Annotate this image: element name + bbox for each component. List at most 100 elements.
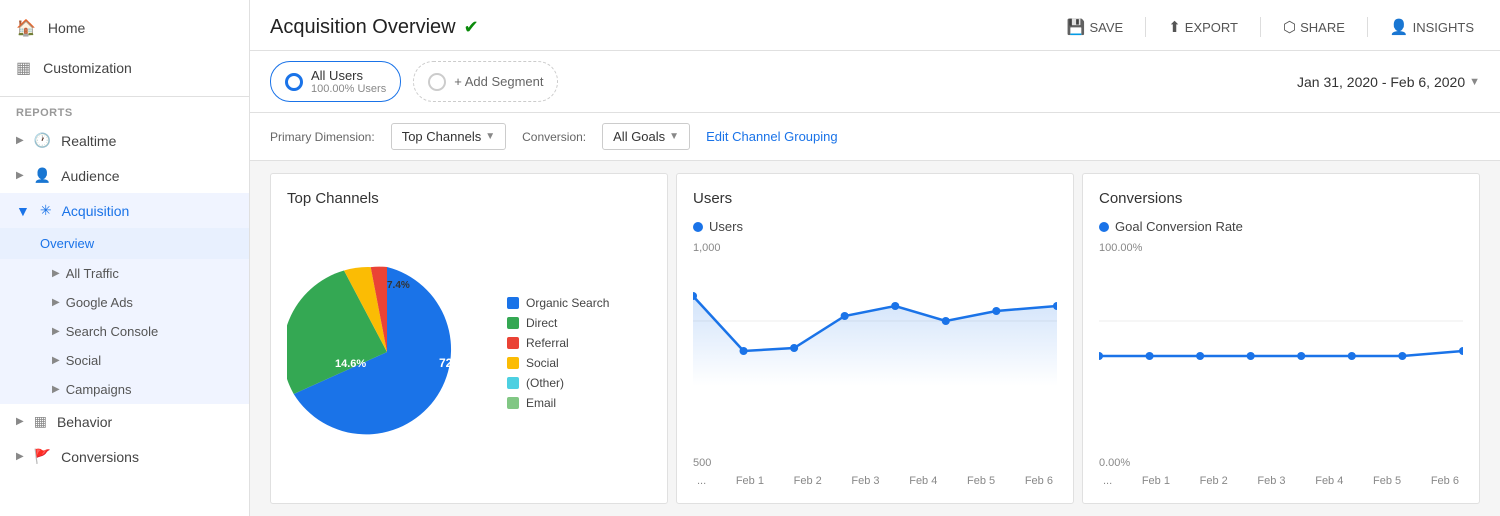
realtime-label: Realtime	[61, 133, 116, 149]
export-icon: ⬆	[1168, 18, 1181, 36]
dot-3	[841, 312, 849, 320]
sidebar-item-acquisition[interactable]: ▼ ✳ Acquisition	[0, 193, 249, 228]
divider-3	[1367, 17, 1368, 37]
x-label-1: Feb 1	[736, 475, 764, 487]
conv-x-1: Feb 1	[1142, 475, 1170, 487]
legend-dot-other	[507, 377, 519, 389]
all-traffic-caret: ▶	[52, 268, 60, 279]
x-label-0: ...	[697, 475, 706, 487]
save-label: SAVE	[1089, 20, 1123, 35]
sidebar-item-social[interactable]: ▶ Social	[0, 346, 249, 375]
add-segment-button[interactable]: + Add Segment	[413, 61, 558, 102]
acquisition-caret: ▼	[16, 203, 30, 219]
legend-referral: Referral	[507, 336, 609, 350]
social-caret: ▶	[52, 355, 60, 366]
segment-info: All Users 100.00% Users	[311, 68, 386, 95]
sidebar-item-overview[interactable]: Overview	[0, 228, 249, 259]
top-channels-panel: Top Channels	[270, 173, 668, 504]
legend-label-direct: Direct	[526, 316, 557, 330]
campaigns-label: Campaigns	[66, 382, 132, 397]
legend-label-other: (Other)	[526, 376, 564, 390]
x-label-4: Feb 4	[909, 475, 937, 487]
x-label-2: Feb 2	[794, 475, 822, 487]
sidebar-item-campaigns[interactable]: ▶ Campaigns	[0, 375, 249, 404]
conversion-dropdown[interactable]: All Goals ▼	[602, 123, 690, 150]
conversions-panel: Conversions Goal Conversion Rate 100.00%	[1082, 173, 1480, 504]
dimension-dropdown[interactable]: Top Channels ▼	[391, 123, 506, 150]
sidebar-item-home-label: Home	[48, 20, 85, 36]
insights-button[interactable]: 👤 INSIGHTS	[1384, 14, 1480, 40]
acquisition-label: Acquisition	[62, 203, 130, 219]
add-segment-dot	[428, 73, 446, 91]
reports-section-label: REPORTS	[0, 97, 249, 123]
dot-2	[790, 344, 798, 352]
search-console-label: Search Console	[66, 324, 159, 339]
legend-dot-social	[507, 357, 519, 369]
sidebar-item-all-traffic[interactable]: ▶ All Traffic	[0, 259, 249, 288]
sidebar-item-behavior[interactable]: ▶ ▦ Behavior	[0, 404, 249, 439]
conv-line	[1099, 351, 1463, 356]
segment-sublabel: 100.00% Users	[311, 83, 386, 95]
sidebar-item-conversions[interactable]: ▶ 🚩 Conversions	[0, 439, 249, 474]
share-icon: ⬡	[1283, 18, 1296, 36]
top-nav: 🏠 Home ▦ Customization	[0, 0, 249, 97]
legend-direct: Direct	[507, 316, 609, 330]
all-users-segment[interactable]: All Users 100.00% Users	[270, 61, 401, 102]
sidebar-item-realtime[interactable]: ▶ 🕐 Realtime	[0, 123, 249, 158]
conv-y-top: 100.00%	[1099, 242, 1463, 254]
export-button[interactable]: ⬆ EXPORT	[1162, 14, 1244, 40]
users-chart-area	[693, 256, 1057, 457]
conv-dot-3	[1247, 352, 1255, 360]
dimension-value: Top Channels	[402, 129, 482, 144]
legend-social: Social	[507, 356, 609, 370]
pie-container: 72.4% 14.6% 7.4% Organic Search Direct	[287, 219, 651, 487]
divider	[1145, 17, 1146, 37]
conversion-value: All Goals	[613, 129, 665, 144]
all-traffic-label: All Traffic	[66, 266, 119, 281]
realtime-caret: ▶	[16, 135, 24, 146]
sidebar-item-audience[interactable]: ▶ 👤 Audience	[0, 158, 249, 193]
share-label: SHARE	[1300, 20, 1345, 35]
legend-dot-direct	[507, 317, 519, 329]
x-label-3: Feb 3	[851, 475, 879, 487]
dot-4	[891, 302, 899, 310]
date-range-caret: ▼	[1469, 76, 1480, 88]
conv-dot-5	[1348, 352, 1356, 360]
insights-icon: 👤	[1390, 18, 1409, 36]
behavior-icon: ▦	[34, 413, 47, 430]
date-range-selector[interactable]: Jan 31, 2020 - Feb 6, 2020 ▼	[1297, 74, 1480, 90]
conv-x-2: Feb 2	[1200, 475, 1228, 487]
sidebar-item-search-console[interactable]: ▶ Search Console	[0, 317, 249, 346]
segment-name: All Users	[311, 68, 386, 83]
sidebar-item-customization[interactable]: ▦ Customization	[0, 48, 249, 88]
conv-x-3: Feb 3	[1257, 475, 1285, 487]
acquisition-group: ▼ ✳ Acquisition Overview ▶ All Traffic ▶…	[0, 193, 249, 404]
conv-x-axis: ... Feb 1 Feb 2 Feb 3 Feb 4 Feb 5 Feb 6	[1099, 475, 1463, 487]
google-ads-caret: ▶	[52, 297, 60, 308]
save-button[interactable]: 💾 SAVE	[1061, 14, 1129, 40]
search-console-caret: ▶	[52, 326, 60, 337]
conv-x-5: Feb 5	[1373, 475, 1401, 487]
segment-chips: All Users 100.00% Users + Add Segment	[270, 61, 558, 102]
sidebar-item-home[interactable]: 🏠 Home	[0, 8, 249, 48]
google-ads-label: Google Ads	[66, 295, 133, 310]
top-channels-title: Top Channels	[287, 190, 651, 207]
share-button[interactable]: ⬡ SHARE	[1277, 14, 1351, 40]
dot-6	[992, 307, 1000, 315]
toolbar: Primary Dimension: Top Channels ▼ Conver…	[250, 113, 1500, 161]
edit-channel-grouping-link[interactable]: Edit Channel Grouping	[706, 129, 838, 144]
conv-y-bottom: 0.00%	[1099, 457, 1463, 469]
sidebar-item-customization-label: Customization	[43, 60, 132, 76]
header-actions: 💾 SAVE ⬆ EXPORT ⬡ SHARE 👤 INSIGHTS	[1061, 14, 1480, 40]
legend-dot-email	[507, 397, 519, 409]
conversion-caret: ▼	[669, 131, 679, 142]
sidebar-item-google-ads[interactable]: ▶ Google Ads	[0, 288, 249, 317]
legend-label-referral: Referral	[526, 336, 569, 350]
export-label: EXPORT	[1185, 20, 1238, 35]
add-segment-label: + Add Segment	[454, 74, 543, 89]
charts-area: Top Channels	[250, 161, 1500, 516]
conversions-title: Conversions	[1099, 190, 1463, 207]
conversions-legend: Goal Conversion Rate	[1099, 219, 1463, 234]
behavior-caret: ▶	[16, 416, 24, 427]
dimension-caret: ▼	[485, 131, 495, 142]
